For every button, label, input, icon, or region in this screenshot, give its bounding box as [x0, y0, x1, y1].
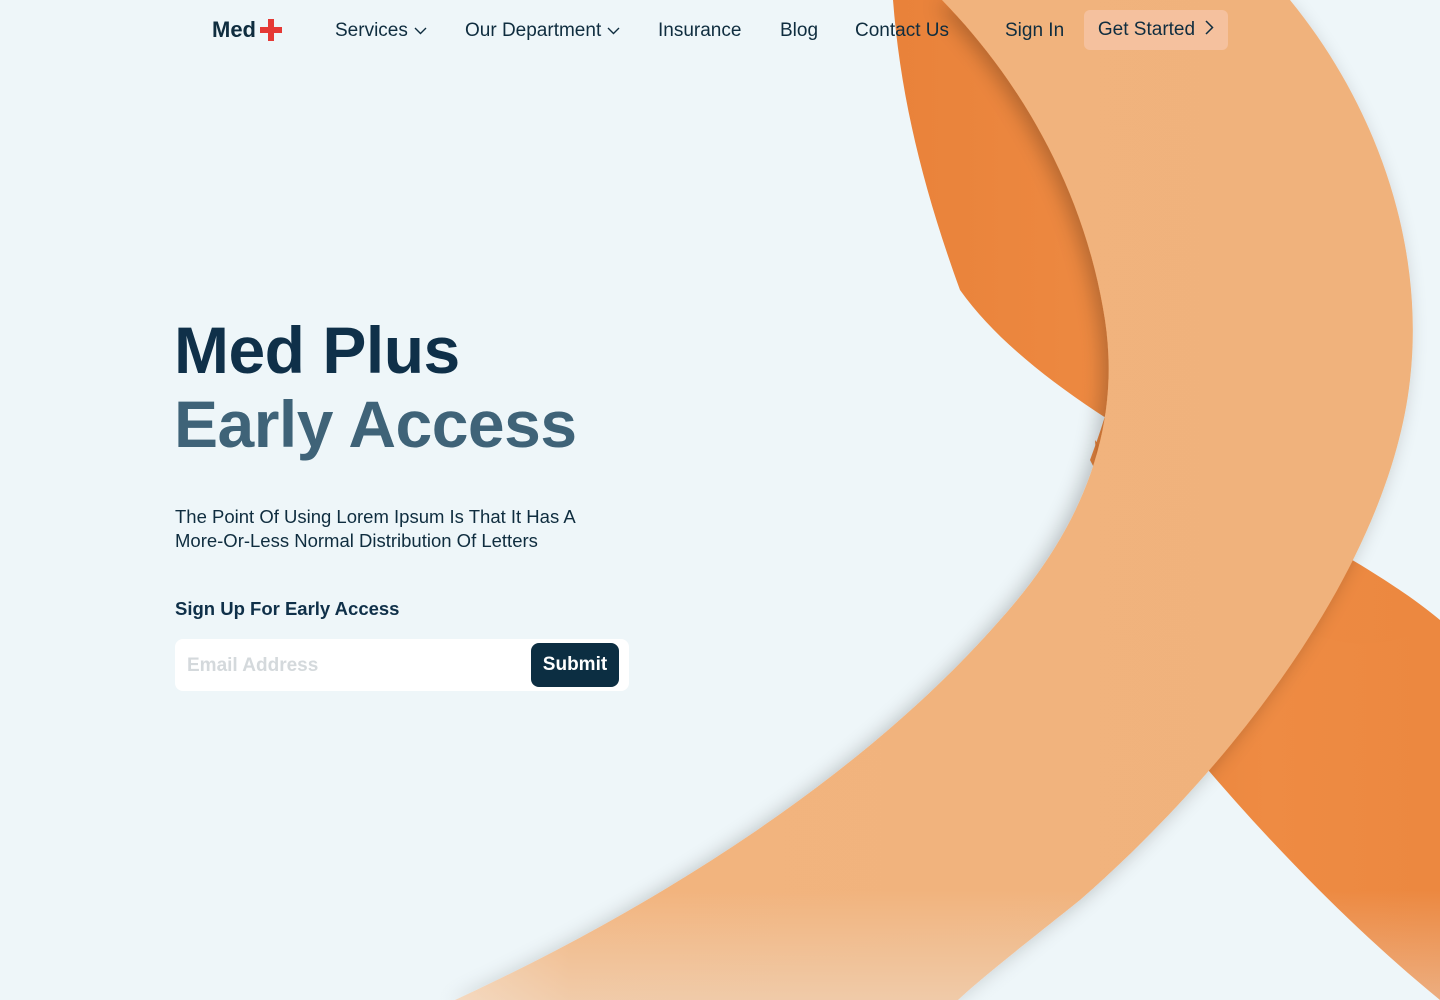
submit-button[interactable]: Submit: [531, 643, 619, 687]
hero-description: The Point Of Using Lorem Ipsum Is That I…: [175, 506, 575, 551]
signup-form: Submit: [175, 639, 629, 691]
nav-item-insurance[interactable]: Insurance: [658, 20, 741, 42]
hero-title-line-2: Early Access: [174, 387, 577, 461]
top-navigation: Med Services Our Department Insurance Bl…: [0, 0, 1440, 62]
nav-item-contact-us[interactable]: Contact Us: [855, 20, 949, 42]
brand-name: Med: [212, 17, 256, 42]
get-started-label: Get Started: [1097, 19, 1196, 40]
nav-item-label: Our Department: [465, 20, 602, 41]
red-cross-icon: [260, 19, 282, 41]
nav-item-label: Blog: [780, 20, 819, 41]
sign-in-link[interactable]: Sign In: [1005, 20, 1064, 42]
chevron-right-icon: [1205, 19, 1214, 41]
nav-item-services[interactable]: Services: [335, 20, 427, 42]
email-field[interactable]: [185, 647, 529, 685]
decorative-ribbon: [455, 0, 1440, 1000]
get-started-button[interactable]: Get Started: [1084, 10, 1228, 50]
chevron-down-icon: [607, 27, 620, 35]
brand-logo[interactable]: Med: [212, 17, 282, 43]
nav-item-label: Contact Us: [855, 20, 949, 41]
nav-item-label: Insurance: [658, 20, 742, 41]
signup-label: Sign Up For Early Access: [175, 598, 400, 619]
nav-item-label: Services: [335, 20, 408, 41]
nav-item-blog[interactable]: Blog: [780, 20, 818, 42]
chevron-down-icon: [414, 27, 427, 35]
nav-item-our-department[interactable]: Our Department: [465, 20, 620, 42]
hero-title-line-1: Med Plus: [174, 313, 460, 387]
bottom-fade-overlay: [0, 890, 1440, 1000]
